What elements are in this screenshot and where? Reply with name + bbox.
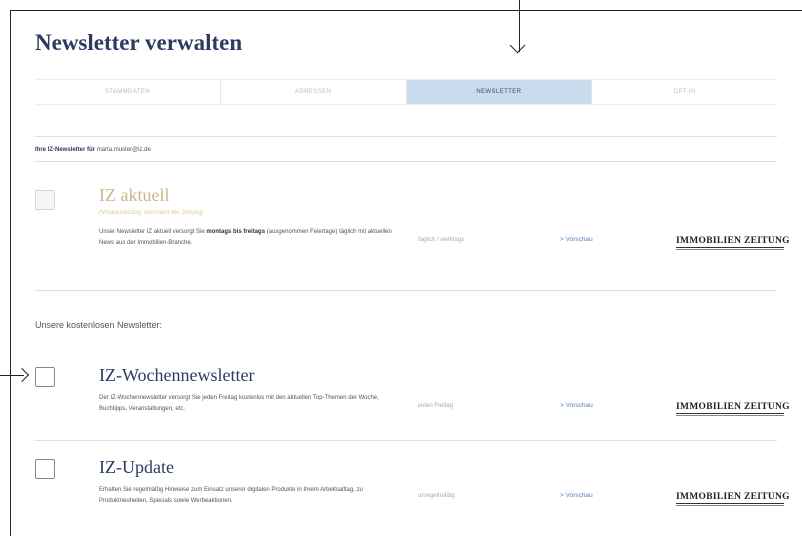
tab-adressen[interactable]: ADRESSEN (221, 80, 407, 104)
checkbox-iz-update[interactable] (35, 459, 55, 479)
annotation-frame-top (10, 10, 802, 11)
newsletter-frequency: täglich / werktags (418, 237, 465, 243)
arrow-right-icon (14, 367, 30, 383)
newsletter-frequency: unregelmäßig (418, 493, 455, 499)
page-title: Newsletter verwalten (35, 30, 243, 55)
tab-bar: STAMMDATEN ADRESSEN NEWSLETTER OPT-IN (35, 79, 777, 105)
divider (35, 161, 777, 162)
tab-newsletter[interactable]: NEWSLETTER (406, 80, 593, 104)
annotation-frame-left (10, 10, 11, 536)
section-heading-free: Unsere kostenlosen Newsletter: (35, 320, 163, 330)
checkbox-iz-aktuell[interactable] (35, 190, 55, 210)
recipient-email: marta.muster@iz.de (96, 147, 151, 153)
checkbox-iz-wochennewsletter[interactable] (35, 367, 55, 387)
newsletter-title: IZ-Update (99, 457, 174, 477)
newsletter-description: Der IZ-Wochennewsletter versorgt Sie jed… (99, 395, 379, 412)
arrow-down-icon (509, 37, 526, 54)
newsletter-subtitle: (Voraussetzung: Abonnent der Zeitung) (99, 210, 204, 216)
preview-link[interactable]: > Vorschau (560, 402, 593, 409)
divider (35, 290, 777, 291)
newsletter-title: IZ-Wochennewsletter (99, 365, 255, 385)
recipient-label: Ihre IZ-Newsletter für (35, 147, 96, 153)
divider (35, 440, 777, 441)
preview-link[interactable]: > Vorschau (560, 236, 593, 243)
preview-link[interactable]: > Vorschau (560, 492, 593, 499)
newsletter-title: IZ aktuell (99, 185, 170, 205)
recipient-line: Ihre IZ-Newsletter für marta.muster@iz.d… (35, 147, 151, 153)
immobilien-zeitung-logo: IMMOBILIEN ZEITUNG (676, 236, 790, 256)
immobilien-zeitung-logo: IMMOBILIEN ZEITUNG (676, 402, 790, 422)
tab-stammdaten[interactable]: STAMMDATEN (35, 80, 221, 104)
immobilien-zeitung-logo: IMMOBILIEN ZEITUNG (676, 492, 790, 512)
tab-opt-in[interactable]: OPT-IN (592, 80, 777, 104)
newsletter-frequency: jeden Freitag (418, 403, 454, 409)
newsletter-description: Erhalten Sie regelmäßig Hinweise zum Ein… (99, 487, 363, 504)
divider (35, 136, 777, 137)
newsletter-description: Unser Newsletter IZ aktuell versorgt Sie… (99, 229, 392, 246)
